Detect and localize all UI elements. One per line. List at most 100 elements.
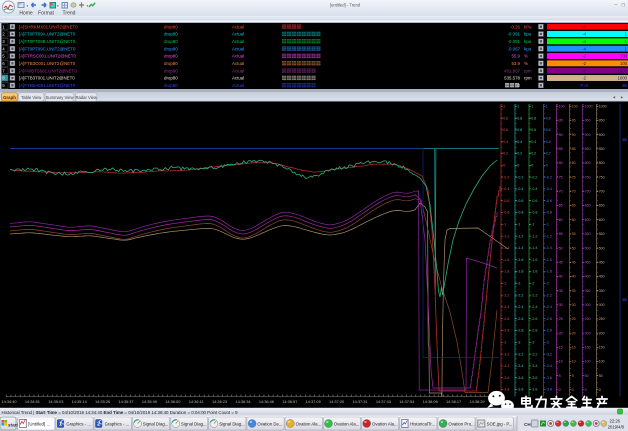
svg-text:14:38:06: 14:38:06 xyxy=(423,399,438,404)
svg-text:550: 550 xyxy=(585,232,591,236)
svg-text:4B: 4B xyxy=(622,137,627,142)
svg-text:[A]FTB3T001.UNIT2@NET0: [A]FTB3T001.UNIT2@NET0 xyxy=(19,76,75,81)
svg-text:Actual: Actual xyxy=(232,61,244,66)
svg-text:-3.2: -3.2 xyxy=(517,352,523,356)
svg-text:80: 80 xyxy=(559,161,563,165)
svg-text:-3: -3 xyxy=(531,341,534,345)
svg-text:500: 500 xyxy=(585,246,591,250)
svg-text:-2.4: -2.4 xyxy=(531,305,537,309)
svg-text:-3: -3 xyxy=(546,341,549,345)
svg-text:600: 600 xyxy=(585,218,591,222)
svg-text:0.8: 0.8 xyxy=(503,116,508,120)
svg-text:0.2: 0.2 xyxy=(546,152,551,156)
svg-text:0.2: 0.2 xyxy=(503,152,508,156)
svg-text:-3.6: -3.6 xyxy=(517,376,523,380)
svg-text:-1: -1 xyxy=(503,223,506,227)
svg-text:-2.2: -2.2 xyxy=(546,293,552,297)
svg-text:150: 150 xyxy=(599,345,605,349)
svg-text:900: 900 xyxy=(585,133,591,137)
svg-text:[A]FT0PT09C.UNIT2@NET0: [A]FT0PT09C.UNIT2@NET0 xyxy=(19,46,76,51)
svg-text:-2.4: -2.4 xyxy=(517,305,523,309)
svg-text:Actual: Actual xyxy=(232,24,244,29)
svg-text:-1.2: -1.2 xyxy=(503,234,509,238)
svg-text:100: 100 xyxy=(599,360,605,364)
svg-text:rpm: rpm xyxy=(524,68,532,73)
svg-text:-0.2: -0.2 xyxy=(531,175,537,179)
svg-text:1: 1 xyxy=(546,105,548,109)
svg-text:Actual: Actual xyxy=(232,32,244,37)
svg-text:0.2: 0.2 xyxy=(517,152,522,156)
svg-text:-1.2: -1.2 xyxy=(531,234,537,238)
svg-text:CH: CH xyxy=(524,422,531,427)
svg-text:5: 5 xyxy=(572,374,574,378)
svg-text:-1.8: -1.8 xyxy=(503,270,509,274)
svg-text:0.4: 0.4 xyxy=(546,140,551,144)
svg-text:25: 25 xyxy=(572,317,576,321)
svg-text:25: 25 xyxy=(559,317,563,321)
svg-text:-1: -1 xyxy=(546,223,549,227)
svg-text:-0.8: -0.8 xyxy=(503,211,509,215)
svg-text:45: 45 xyxy=(572,260,576,264)
svg-text:20: 20 xyxy=(559,331,563,335)
svg-text:53.9: 53.9 xyxy=(511,61,520,66)
svg-text:950: 950 xyxy=(585,119,591,123)
svg-text:-3: -3 xyxy=(503,341,506,345)
svg-text:35: 35 xyxy=(572,289,576,293)
svg-text:-2.8: -2.8 xyxy=(531,329,537,333)
svg-text:0.2: 0.2 xyxy=(531,152,536,156)
svg-text:1000: 1000 xyxy=(599,105,607,109)
svg-text:-3.2: -3.2 xyxy=(503,352,509,356)
svg-text:%: % xyxy=(524,54,528,59)
svg-text:▾: ▾ xyxy=(57,4,59,8)
svg-text:-1.6: -1.6 xyxy=(546,258,552,262)
svg-text:drop80: drop80 xyxy=(164,46,178,51)
svg-text:-2.2: -2.2 xyxy=(517,293,523,297)
svg-text:0.6: 0.6 xyxy=(531,128,536,132)
svg-text:drop80: drop80 xyxy=(164,83,178,88)
svg-text:-0.6: -0.6 xyxy=(546,199,552,203)
svg-text:Graph: Graph xyxy=(3,95,16,100)
svg-text:0.8: 0.8 xyxy=(517,116,522,120)
svg-text:kpa: kpa xyxy=(524,46,532,51)
svg-text:4B: 4B xyxy=(622,297,627,302)
svg-text:14:34:40: 14:34:40 xyxy=(1,399,17,404)
svg-text:-1.6: -1.6 xyxy=(503,258,509,262)
svg-text:-2: -2 xyxy=(546,282,549,286)
svg-text:1000: 1000 xyxy=(618,76,628,81)
svg-text:0: 0 xyxy=(585,388,587,392)
svg-text:-2.2: -2.2 xyxy=(531,293,537,297)
svg-text:drop80: drop80 xyxy=(164,61,178,66)
svg-text:-0.8: -0.8 xyxy=(546,211,552,215)
svg-text:1000: 1000 xyxy=(585,105,593,109)
svg-text:Signal Diag...: Signal Diag... xyxy=(181,422,207,427)
svg-text:14:37:20: 14:37:20 xyxy=(329,399,345,404)
svg-text:0.6: 0.6 xyxy=(517,128,522,132)
svg-text:%: % xyxy=(524,61,528,66)
svg-text:-2.6: -2.6 xyxy=(503,317,509,321)
svg-text:-1.2: -1.2 xyxy=(546,234,552,238)
svg-text:1: 1 xyxy=(531,105,533,109)
svg-text:-0.091: -0.091 xyxy=(508,32,521,37)
svg-text:Actual: Actual xyxy=(232,68,244,73)
svg-text:0: 0 xyxy=(546,164,548,168)
svg-text:[A]FT0PT09A.UNIT2@NET0: [A]FT0PT09A.UNIT2@NET0 xyxy=(19,32,76,37)
svg-text:0.4: 0.4 xyxy=(531,140,536,144)
svg-text:-3.6: -3.6 xyxy=(531,376,537,380)
svg-text:14:38:17: 14:38:17 xyxy=(446,399,461,404)
svg-text:40: 40 xyxy=(559,275,563,279)
svg-text:100: 100 xyxy=(620,54,628,59)
svg-text:-1.8: -1.8 xyxy=(517,270,523,274)
svg-text:0: 0 xyxy=(503,164,505,168)
svg-text:250: 250 xyxy=(599,317,605,321)
svg-text:-2.8: -2.8 xyxy=(546,329,552,333)
svg-text:350: 350 xyxy=(599,289,605,293)
svg-text:14:37:43: 14:37:43 xyxy=(376,399,391,404)
svg-text:-1.6: -1.6 xyxy=(531,258,537,262)
svg-text:50: 50 xyxy=(572,246,576,250)
svg-text:Actual: Actual xyxy=(232,46,244,51)
svg-text:–: – xyxy=(615,2,618,8)
svg-text:-2.4: -2.4 xyxy=(503,305,509,309)
svg-text:14:35:14: 14:35:14 xyxy=(72,399,88,404)
svg-text:1000: 1000 xyxy=(618,68,628,73)
svg-text:50: 50 xyxy=(585,374,589,378)
